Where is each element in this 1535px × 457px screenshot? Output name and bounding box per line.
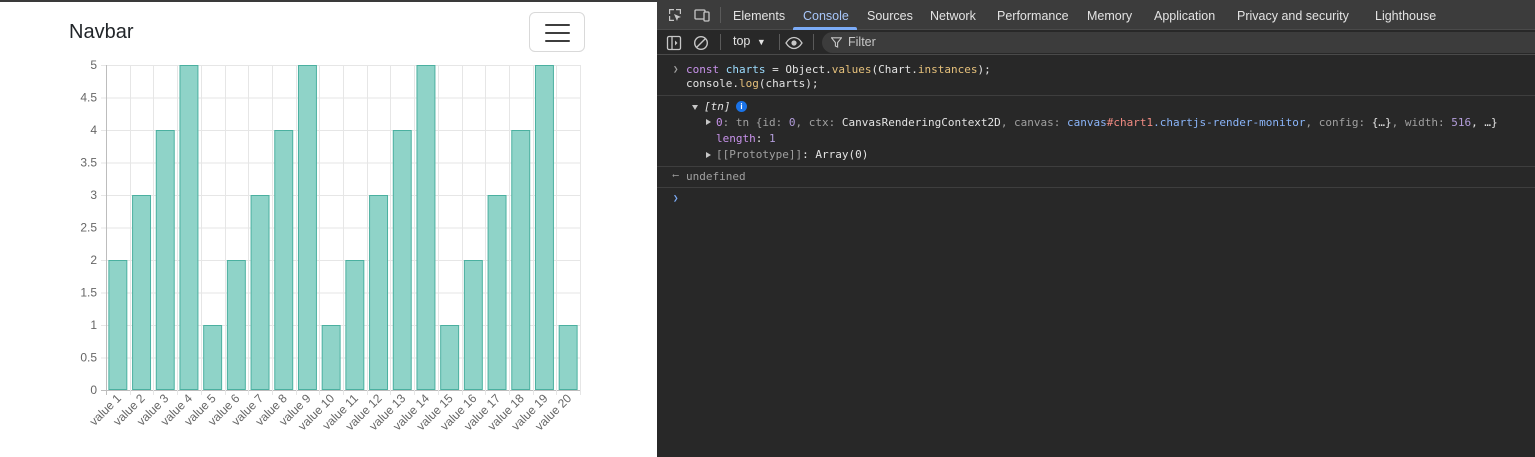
tab-lighthouse[interactable]: Lighthouse	[1375, 0, 1436, 30]
console-prompt-input[interactable]	[686, 191, 1526, 207]
input-prompt-icon: ❯	[673, 65, 679, 75]
console-divider	[657, 187, 1535, 188]
return-value-icon: ⟵	[673, 171, 679, 181]
console-prompt-icon: ❯	[673, 194, 679, 204]
y-tick-label: 0.5	[80, 351, 97, 365]
context-selector[interactable]: top ▼	[733, 34, 766, 48]
y-tick-label: 2.5	[80, 221, 97, 235]
bar-14[interactable]	[416, 65, 436, 390]
inspect-element-icon[interactable]	[667, 7, 683, 23]
bar-13[interactable]	[392, 130, 412, 390]
expand-item-0-toggle[interactable]	[706, 119, 711, 125]
bar-6[interactable]	[226, 260, 246, 390]
dropdown-arrow-icon: ▼	[756, 37, 766, 47]
console-divider	[657, 95, 1535, 96]
context-selector-label: top	[733, 34, 751, 48]
tab-privacy-and-security[interactable]: Privacy and security	[1237, 0, 1349, 30]
bar-16[interactable]	[463, 260, 483, 390]
tab-elements[interactable]: Elements	[733, 0, 785, 30]
toolbar-separator	[779, 34, 780, 50]
toolbar-separator	[720, 34, 721, 50]
bar-3[interactable]	[155, 130, 175, 390]
toolbar-separator	[813, 34, 814, 50]
bar-10[interactable]	[321, 325, 341, 390]
y-tick-label: 3	[90, 188, 97, 202]
bar-20[interactable]	[558, 325, 578, 390]
bar-8[interactable]	[274, 130, 294, 390]
bar-15[interactable]	[440, 325, 460, 390]
sidebar-toggle-icon[interactable]	[666, 35, 682, 51]
devtools-tab-bar: Elements Console Sources Network Performance…	[657, 0, 1535, 30]
filter-placeholder: Filter	[848, 35, 876, 49]
bar-1[interactable]	[108, 260, 128, 390]
toolbar-separator	[720, 7, 721, 23]
array-item-0[interactable]: 0: tn {id: 0, ctx: CanvasRenderingContex…	[716, 116, 1498, 130]
console-input-line-2: console.log(charts);	[686, 77, 819, 90]
live-expression-eye-icon[interactable]	[785, 35, 803, 51]
y-tick-label: 4.5	[80, 91, 97, 105]
y-tick-label: 3.5	[80, 156, 97, 170]
device-toolbar-icon[interactable]	[694, 7, 710, 23]
bar-12[interactable]	[369, 195, 389, 390]
bar-7[interactable]	[250, 195, 270, 390]
bar-11[interactable]	[345, 260, 365, 390]
console-filter-input[interactable]: Filter	[822, 32, 1535, 53]
console-divider	[657, 166, 1535, 167]
clear-console-icon[interactable]	[693, 35, 709, 51]
console-result: undefined	[686, 170, 746, 183]
bar-4[interactable]	[179, 65, 199, 390]
tab-application[interactable]: Application	[1154, 0, 1215, 30]
bar-2[interactable]	[132, 195, 152, 390]
console-toolbar: top ▼ Filter	[657, 30, 1535, 55]
bar-17[interactable]	[487, 195, 507, 390]
tab-network[interactable]: Network	[930, 0, 976, 30]
web-page: Navbar 0 0.5 1 1.5 2 2.5 3 3.5 4 4.5 5 value 1 valu…	[0, 0, 657, 457]
tab-console[interactable]: Console	[803, 0, 849, 30]
info-badge-icon[interactable]: i	[736, 101, 747, 112]
array-length: length: 1	[716, 132, 776, 145]
bar-5[interactable]	[203, 325, 223, 390]
filter-icon	[831, 37, 842, 48]
tab-sources[interactable]: Sources	[867, 0, 913, 30]
y-tick-label: 4	[90, 123, 97, 137]
array-label[interactable]: [tn]	[704, 100, 731, 114]
y-tick-label: 1	[90, 318, 97, 332]
y-tick-label: 1.5	[80, 286, 97, 300]
tab-memory[interactable]: Memory	[1087, 0, 1132, 30]
y-tick-label: 5	[90, 58, 97, 72]
bar-19[interactable]	[534, 65, 554, 390]
bar-chart: 00.511.522.533.544.55 value 1value 2valu…	[80, 58, 581, 433]
devtools-panel: Elements Console Sources Network Performance…	[657, 0, 1535, 457]
bar-18[interactable]	[511, 130, 531, 390]
console-output: ❯ const charts = Object.values(Chart.ins…	[657, 56, 1535, 457]
expand-prototype-toggle[interactable]	[706, 152, 711, 158]
y-tick-label: 2	[90, 253, 97, 267]
bar-9[interactable]	[297, 65, 317, 390]
expand-array-toggle[interactable]	[692, 105, 698, 110]
y-tick-label: 0	[90, 383, 97, 397]
console-input-line-1: const charts = Object.values(Chart.insta…	[686, 63, 991, 76]
array-prototype[interactable]: [[Prototype]]: Array(0)	[716, 148, 868, 162]
tab-performance[interactable]: Performance	[997, 0, 1069, 30]
